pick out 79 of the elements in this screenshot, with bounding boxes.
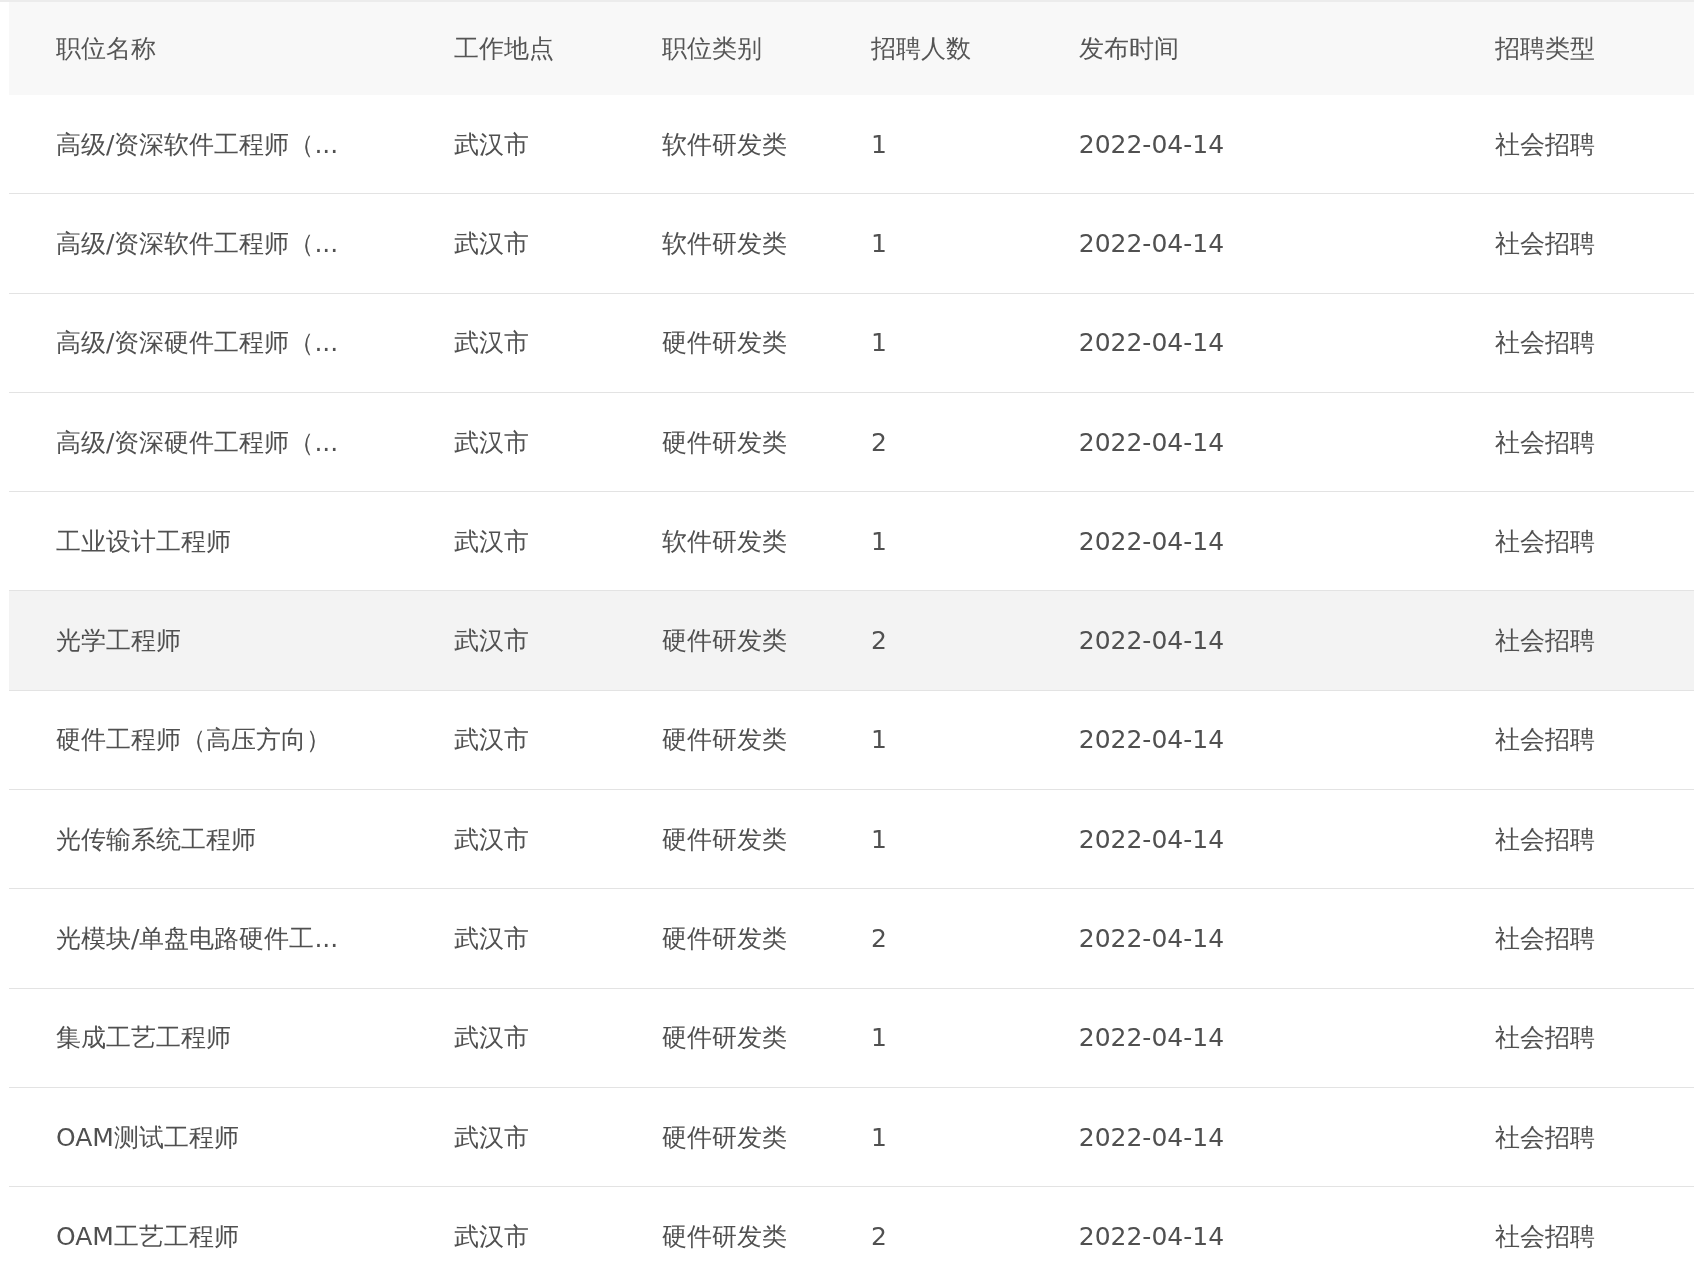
table-cell-text: 软件研发类 (662, 227, 789, 260)
table-cell-text: 硬件研发类 (662, 426, 789, 459)
column-header: 职位名称 (56, 33, 157, 65)
table-cell-text: 光模块/单盘电路硬件工... (56, 923, 340, 955)
table-cell-text: 工业设计工程师 (56, 525, 232, 558)
table-cell-text: 社会招聘 (1495, 923, 1597, 955)
table-cell-text: 武汉市 (453, 327, 530, 360)
table-cell-text: 硬件工程师（高压方向） (56, 724, 332, 757)
table-cell-text: 2022-04-14 (1078, 328, 1226, 358)
table-cell-text: 社会招聘 (1495, 128, 1597, 161)
table-cell-text: 社会招聘 (1495, 525, 1597, 558)
table-cell-text: 光学工程师 (56, 625, 182, 658)
table-cell-text: 1 (871, 328, 888, 358)
table-cell-text: 2 (871, 626, 888, 656)
table-cell-text: 高级/资深软件工程师（... (56, 227, 340, 260)
table-cell-text: 2022-04-14 (1078, 427, 1226, 457)
table-cell-text: 软件研发类 (662, 128, 789, 161)
table-cell-text: 1 (871, 725, 888, 755)
table-cell-text: 2022-04-14 (1078, 1221, 1226, 1251)
table-cell-text: 武汉市 (453, 426, 530, 459)
table-cell-text: 1 (871, 228, 888, 258)
table-cell-text: 武汉市 (453, 923, 530, 955)
table-cell-text: 武汉市 (453, 227, 530, 260)
table-cell-text: 1 (871, 1122, 888, 1152)
table-cell-text: 硬件研发类 (662, 724, 789, 757)
table-cell-text: 社会招聘 (1495, 823, 1597, 856)
table-cell-text: 1 (871, 1023, 888, 1053)
table-cell-text: 2022-04-14 (1078, 1023, 1226, 1053)
table-cell-text: 武汉市 (453, 625, 530, 658)
table-cell-text: 硬件研发类 (662, 1121, 789, 1154)
table-cell-text: OAM工艺工程师 (56, 1220, 240, 1253)
table-cell-text: 1 (871, 824, 888, 854)
table-cell-text: 2 (871, 427, 888, 457)
table-cell-text: 2 (871, 924, 888, 953)
table-cell-text: 硬件研发类 (662, 1220, 789, 1253)
column-header: 招聘人数 (871, 33, 972, 65)
table-cell-text: 社会招聘 (1495, 1022, 1597, 1055)
table-cell-text: 2022-04-14 (1078, 725, 1226, 755)
table-cell-text: 硬件研发类 (662, 625, 789, 658)
column-header: 工作地点 (453, 33, 555, 65)
table-cell-text: OAM测试工程师 (56, 1121, 240, 1154)
table-cell-text: 社会招聘 (1495, 1121, 1597, 1154)
table-cell-text: 武汉市 (453, 1220, 530, 1253)
table-cell-text: 武汉市 (453, 823, 530, 856)
table-cell-text: 武汉市 (453, 1022, 530, 1055)
table-cell-text: 社会招聘 (1495, 327, 1597, 360)
table-cell-text: 2022-04-14 (1078, 1122, 1226, 1152)
table-cell-text: 2022-04-14 (1078, 526, 1226, 556)
table-cell-text: 2022-04-14 (1078, 924, 1226, 953)
table-cell-text: 2022-04-14 (1078, 129, 1226, 159)
table-cell-text: 2022-04-14 (1078, 626, 1226, 656)
table-cell-text: 高级/资深软件工程师（... (56, 128, 340, 161)
column-header: 发布时间 (1078, 33, 1180, 65)
table-cell-text: 社会招聘 (1495, 426, 1597, 459)
table-cell-text: 社会招聘 (1495, 724, 1597, 757)
table-cell-text: 社会招聘 (1495, 227, 1597, 260)
highlighted-table-row[interactable]: 光学工程师 武汉市 硬件研发类 2 2022-04-14 社会招聘 (9, 591, 1694, 691)
table-cell-text: 高级/资深硬件工程师（... (56, 327, 340, 360)
table-cell-text: 集成工艺工程师 (56, 1022, 232, 1055)
table-cell-text: 硬件研发类 (662, 823, 789, 856)
column-header: 职位类别 (662, 33, 764, 65)
table-cell-text: 硬件研发类 (662, 1022, 789, 1055)
table-cell-text: 硬件研发类 (662, 327, 789, 360)
table-cell-text: 软件研发类 (662, 525, 789, 558)
table-cell-text: 武汉市 (453, 724, 530, 757)
table-cell-text: 2 (871, 1221, 888, 1251)
table-cell-text: 光传输系统工程师 (56, 823, 257, 856)
table-cell-text: 硬件研发类 (662, 923, 789, 955)
table-cell-text: 1 (871, 526, 888, 556)
table-cell-text: 社会招聘 (1495, 1220, 1597, 1253)
table-cell-text: 武汉市 (453, 525, 530, 558)
table-cell-text: 武汉市 (453, 1121, 530, 1154)
table-cell-text: 社会招聘 (1495, 625, 1597, 658)
column-header: 招聘类型 (1495, 33, 1597, 65)
table-cell-text: 1 (871, 129, 888, 159)
table-cell-text: 2022-04-14 (1078, 824, 1226, 854)
table-cell-text: 2022-04-14 (1078, 228, 1226, 258)
table-cell-text: 高级/资深硬件工程师（... (56, 426, 340, 459)
table-cell-text: 武汉市 (453, 128, 530, 161)
